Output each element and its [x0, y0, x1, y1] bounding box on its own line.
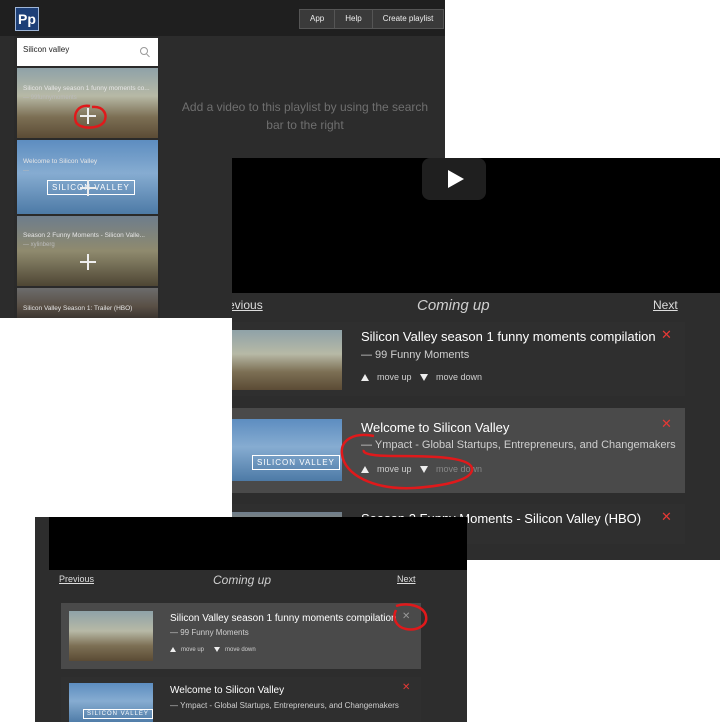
- queue-item[interactable]: SILICON VALLEY Welcome to Silicon Valley…: [232, 408, 685, 493]
- arrow-down-icon: [420, 466, 428, 474]
- move-down-label: move down: [225, 647, 256, 654]
- video-channel: — 99 Funny Moments: [170, 628, 249, 637]
- remove-icon[interactable]: ✕: [402, 682, 410, 693]
- move-up-button[interactable]: move up: [361, 372, 412, 382]
- result-title: Silicon Valley season 1 funny moments co…: [23, 85, 150, 92]
- result-title: Welcome to Silicon Valley: [23, 158, 98, 165]
- add-icon[interactable]: [80, 254, 96, 270]
- result-title: Season 2 Funny Moments - Silicon Valle..…: [23, 232, 145, 239]
- search-box: [17, 38, 158, 66]
- top-nav: App Help Create playlist: [299, 9, 445, 29]
- arrow-up-icon: [361, 466, 369, 474]
- nav-create-playlist[interactable]: Create playlist: [372, 10, 444, 28]
- empty-playlist-hint: Add a video to this playlist by using th…: [181, 100, 429, 132]
- search-input[interactable]: [23, 45, 133, 54]
- video-player[interactable]: [232, 158, 720, 293]
- result-channel: — xylinberg: [23, 242, 55, 248]
- previous-link[interactable]: evious: [232, 298, 263, 312]
- video-thumbnail[interactable]: [232, 330, 342, 390]
- arrow-up-icon: [170, 647, 176, 652]
- video-channel: — 99 Funny Moments: [361, 349, 470, 361]
- search-result[interactable]: Welcome to Silicon Valley — SILICON VALL…: [17, 140, 158, 214]
- search-result[interactable]: Season 2 Funny Moments - Silicon Valle..…: [17, 216, 158, 286]
- result-channel: —: [23, 168, 29, 174]
- queue-item[interactable]: Silicon Valley season 1 funny moments co…: [61, 603, 421, 669]
- move-up-label: move up: [181, 647, 205, 654]
- queue-item[interactable]: Silicon Valley season 1 funny moments co…: [232, 322, 685, 396]
- video-channel: — Ympact - Global Startups, Entrepreneur…: [170, 701, 399, 710]
- video-thumbnail[interactable]: SILICON VALLEY: [69, 683, 153, 722]
- add-icon[interactable]: [80, 180, 96, 196]
- video-player[interactable]: [49, 517, 467, 570]
- video-title: Silicon Valley season 1 funny moments co…: [170, 613, 397, 624]
- coming-up-panel-large: evious Coming up Next Silicon Valley sea…: [232, 158, 720, 560]
- thumb-logo-text: SILICON VALLEY: [252, 455, 340, 470]
- add-icon[interactable]: [80, 108, 96, 124]
- move-up-label: move up: [377, 464, 412, 474]
- video-channel: — Ympact - Global Startups, Entrepreneur…: [361, 439, 676, 451]
- coming-up-heading: Coming up: [213, 573, 272, 587]
- result-title: Silicon Valley Season 1: Trailer (HBO): [23, 305, 133, 312]
- next-link[interactable]: Next: [653, 298, 678, 312]
- nav-app[interactable]: App: [300, 10, 336, 28]
- remove-icon[interactable]: ✕: [661, 327, 672, 343]
- play-button[interactable]: [422, 158, 486, 200]
- coming-up-heading: Coming up: [417, 297, 490, 314]
- move-down-label: move down: [436, 464, 483, 474]
- app-logo[interactable]: Pp: [15, 7, 39, 31]
- move-down-button[interactable]: move down: [214, 647, 256, 653]
- move-up-button[interactable]: move up: [361, 464, 412, 474]
- result-channel: — 99funnymoments: [23, 95, 77, 101]
- thumb-logo-text: SILICON VALLEY: [83, 709, 153, 719]
- video-title: Welcome to Silicon Valley: [170, 685, 285, 696]
- search-icon[interactable]: [140, 47, 148, 55]
- arrow-up-icon: [361, 374, 369, 382]
- remove-icon[interactable]: ✕: [402, 611, 410, 622]
- video-title: Silicon Valley season 1 funny moments co…: [361, 329, 656, 344]
- video-title: Welcome to Silicon Valley: [361, 420, 510, 435]
- top-bar: Pp App Help Create playlist: [0, 0, 445, 36]
- search-result[interactable]: Silicon Valley season 1 funny moments co…: [17, 68, 158, 138]
- remove-icon[interactable]: ✕: [661, 509, 672, 525]
- move-down-label: move down: [436, 372, 483, 382]
- move-down-button[interactable]: move down: [420, 372, 482, 382]
- next-link[interactable]: Next: [397, 574, 416, 584]
- arrow-down-icon: [420, 374, 428, 382]
- arrow-down-icon: [214, 647, 220, 652]
- move-up-button[interactable]: move up: [170, 647, 204, 653]
- remove-icon[interactable]: ✕: [661, 416, 672, 432]
- nav-help[interactable]: Help: [335, 10, 373, 28]
- play-icon: [448, 170, 464, 188]
- video-thumbnail[interactable]: SILICON VALLEY: [232, 419, 342, 481]
- move-down-button[interactable]: move down: [420, 464, 482, 474]
- search-result[interactable]: Silicon Valley Season 1: Trailer (HBO): [17, 288, 158, 318]
- coming-up-panel-small: Previous Coming up Next Silicon Valley s…: [35, 517, 467, 722]
- move-up-label: move up: [377, 372, 412, 382]
- video-thumbnail[interactable]: [69, 611, 153, 661]
- queue-item[interactable]: SILICON VALLEY Welcome to Silicon Valley…: [61, 677, 421, 722]
- previous-link[interactable]: Previous: [59, 574, 94, 584]
